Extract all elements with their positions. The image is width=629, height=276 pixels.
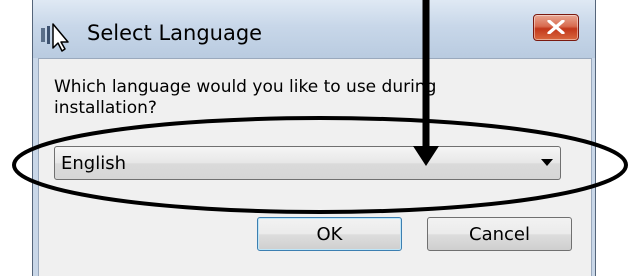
cancel-button[interactable]: Cancel [427,217,572,251]
language-select[interactable]: English [54,146,561,180]
ok-button[interactable]: OK [257,217,402,251]
title-bar[interactable]: Select Language [33,0,595,58]
close-x-icon [547,20,565,34]
language-prompt: Which language would you like to use dur… [54,77,437,118]
close-button[interactable] [533,14,579,41]
dialog-body: Which language would you like to use dur… [38,58,592,276]
chevron-down-icon[interactable] [541,159,553,167]
select-language-window: Select Language Which language would you… [32,0,596,276]
setup-icon [39,22,75,52]
window-title: Select Language [87,21,263,45]
language-select-value: English [61,153,126,174]
